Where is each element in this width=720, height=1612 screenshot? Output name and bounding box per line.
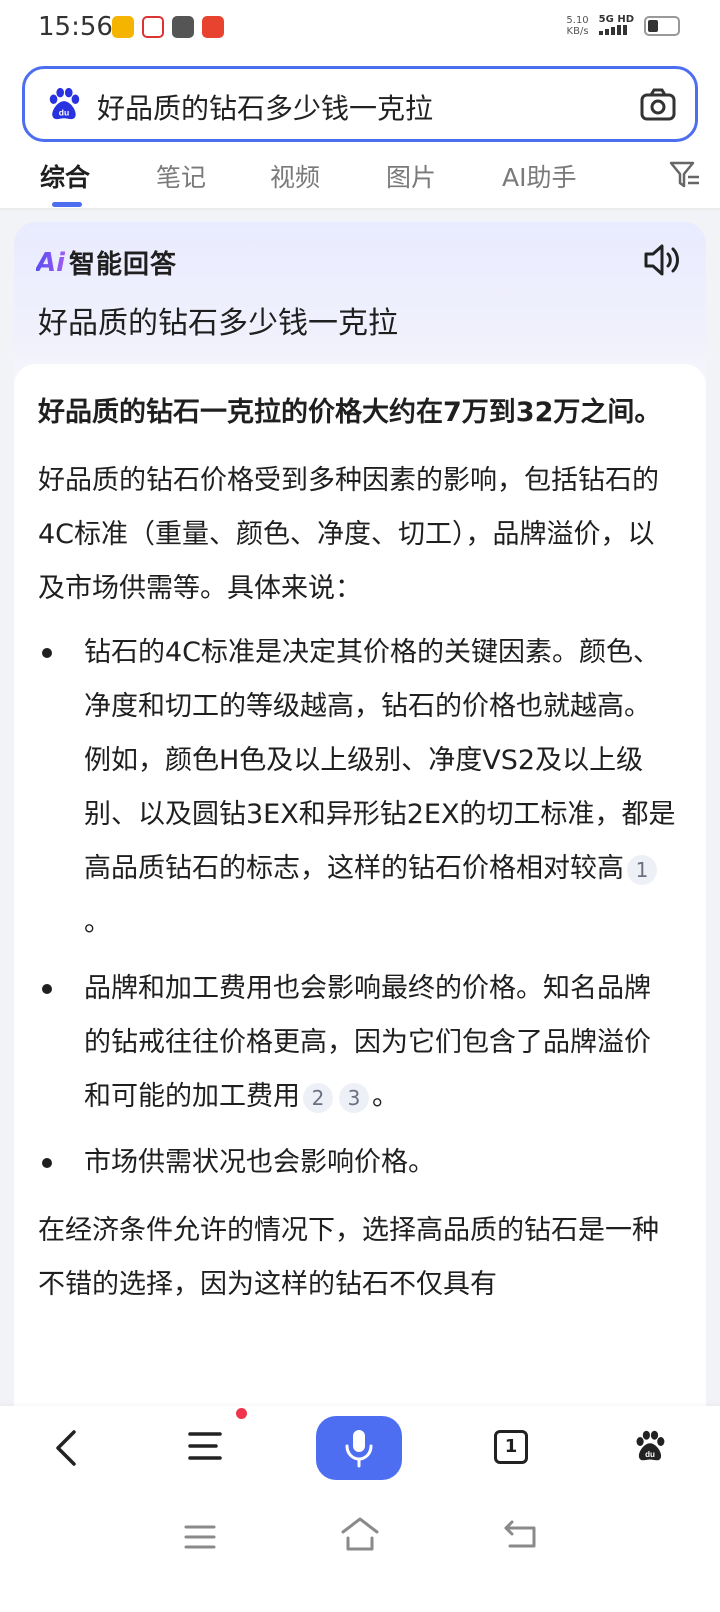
tab-notes[interactable]: 笔记: [156, 158, 206, 194]
system-nav-bar: [0, 1488, 720, 1612]
back-arrow-icon[interactable]: [50, 1428, 84, 1468]
app-notification-icon: [202, 16, 224, 38]
answer-intro: 好品质的钻石价格受到多种因素的影响，包括钻石的4C标准（重量、颜色、净度、切工）…: [38, 465, 659, 604]
search-box[interactable]: du 好品质的钻石多少钱一克拉: [22, 66, 698, 142]
tab-videos[interactable]: 视频: [270, 158, 320, 194]
system-back-icon[interactable]: [502, 1518, 538, 1550]
active-tab-indicator: [52, 202, 82, 207]
search-header: du 好品质的钻石多少钱一克拉 综合 笔记 视频 图片 AI助手: [0, 56, 720, 210]
tab-comprehensive[interactable]: 综合: [40, 158, 90, 194]
answer-conclusion: 在经济条件允许的情况下，选择高品质的钻石是一种不错的选择，因为这样的钻石不仅具有: [38, 1215, 659, 1300]
signal-icon: [598, 25, 627, 35]
citation-badge[interactable]: 1: [627, 854, 657, 885]
voice-search-button[interactable]: [316, 1416, 402, 1480]
ai-answer-label: 智能回答: [69, 250, 178, 280]
tabs-count-button[interactable]: 1: [494, 1430, 528, 1464]
ai-answer-content: 好品质的钻石一克拉的价格大约在7万到32万之间。 好品质的钻石价格受到多种因素的…: [14, 364, 706, 1442]
menu-icon[interactable]: [188, 1430, 222, 1462]
search-input[interactable]: 好品质的钻石多少钱一克拉: [97, 87, 433, 127]
battery-icon: [644, 16, 680, 36]
bullet-dot: [42, 1158, 52, 1168]
notification-dot: [236, 1408, 247, 1419]
status-time: 15:56: [38, 12, 113, 42]
ai-badge: Ai: [36, 247, 66, 278]
citation-badge[interactable]: 3: [339, 1082, 369, 1113]
bullet-dot: [42, 648, 52, 658]
home-icon[interactable]: [340, 1516, 380, 1552]
divider: [0, 208, 720, 210]
app-notification-icon: [172, 16, 194, 38]
status-notification-icons: [112, 16, 224, 38]
recent-apps-icon[interactable]: [184, 1524, 216, 1550]
status-indicators: 5.10 KB/s 5G HD: [566, 14, 680, 38]
answer-summary: 好品质的钻石一克拉的价格大约在7万到32万之间。: [38, 397, 662, 428]
bullet-dot: [42, 984, 52, 994]
microphone-icon: [345, 1430, 373, 1468]
tab-ai-assistant[interactable]: AI助手: [502, 158, 576, 194]
speaker-icon[interactable]: [642, 242, 682, 278]
ai-answer-query: 好品质的钻石多少钱一克拉: [38, 306, 398, 341]
baidu-paw-icon[interactable]: du: [632, 1426, 668, 1466]
baidu-paw-icon: du: [49, 87, 80, 120]
status-bar: 15:56 5.10 KB/s 5G HD: [0, 0, 720, 56]
network-speed: 5.10 KB/s: [566, 15, 589, 37]
filter-icon[interactable]: [668, 160, 702, 190]
network-type: 5G HD: [598, 14, 634, 38]
svg-text:du: du: [645, 1450, 655, 1459]
citation-badge[interactable]: 2: [303, 1082, 333, 1113]
list-item: 钻石的4C标准是决定其价格的关键因素。颜色、净度和切工的等级越高，钻石的价格也就…: [38, 626, 676, 950]
tab-images[interactable]: 图片: [386, 158, 436, 194]
ai-answer-card: Ai 智能回答 好品质的钻石多少钱一克拉 好品质的钻石一克拉的价格大约在7万到3…: [14, 222, 706, 1442]
ai-answer-logo: Ai 智能回答: [36, 244, 177, 281]
svg-text:du: du: [59, 107, 69, 117]
camera-icon[interactable]: [639, 87, 677, 123]
answer-bullets: 钻石的4C标准是决定其价格的关键因素。颜色、净度和切工的等级越高，钻石的价格也就…: [38, 626, 676, 1190]
app-notification-icon: [142, 16, 164, 38]
list-item: 市场供需状况也会影响价格。: [38, 1136, 676, 1190]
result-tabs: 综合 笔记 视频 图片 AI助手: [0, 154, 720, 210]
list-item: 品牌和加工费用也会影响最终的价格。知名品牌的钻戒往往价格更高，因为它们包含了品牌…: [38, 962, 676, 1124]
app-notification-icon: [112, 16, 134, 38]
bottom-nav: 1 du: [0, 1406, 720, 1488]
